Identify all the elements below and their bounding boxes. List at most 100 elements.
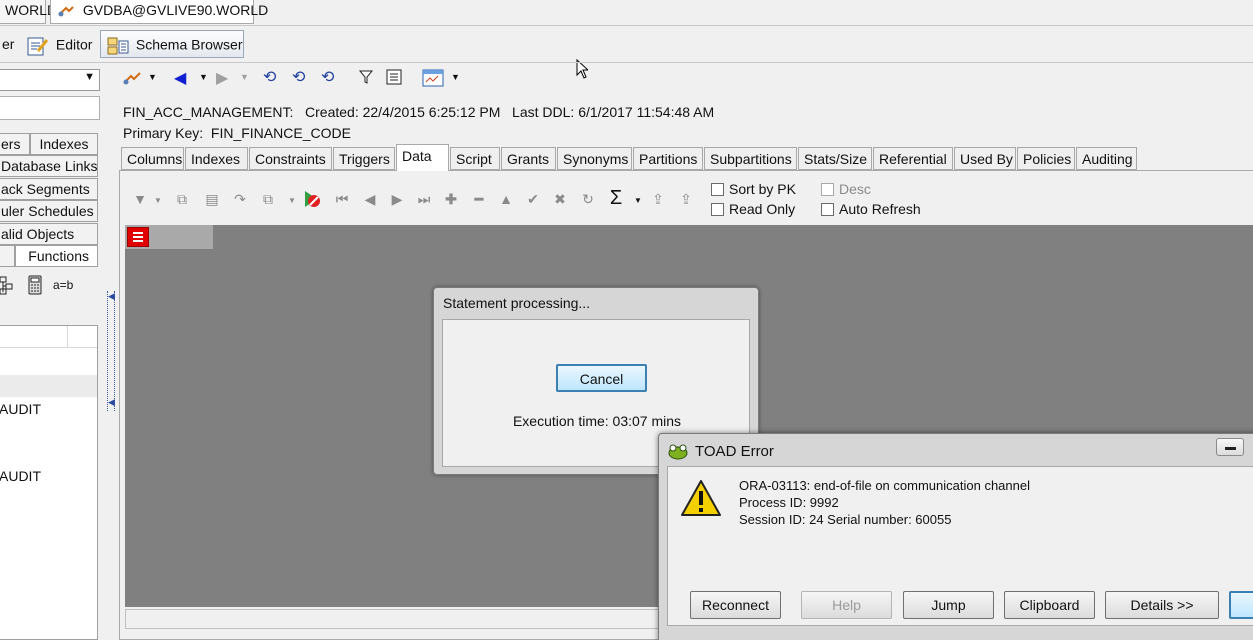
tab-constraints[interactable]: Constraints — [249, 147, 332, 170]
tab-used-by[interactable]: Used By — [954, 147, 1016, 170]
left-tab-indexes[interactable]: Indexes — [30, 133, 98, 155]
back-icon[interactable]: ◀ — [174, 68, 186, 88]
tab-indexes[interactable]: Indexes — [185, 147, 248, 170]
ok-button[interactable] — [1229, 591, 1253, 619]
editor-button[interactable]: Editor — [21, 31, 97, 59]
calculator-icon[interactable] — [28, 275, 42, 298]
tab-script[interactable]: Script — [450, 147, 500, 170]
chevron-down-icon[interactable]: ▼ — [628, 191, 648, 211]
execute-query-icon[interactable] — [302, 189, 322, 209]
desc-checkbox[interactable]: Desc — [821, 181, 871, 197]
filter-icon[interactable]: ▼ — [130, 189, 150, 209]
left-tab-label: Functions — [28, 248, 89, 264]
copy-rows-icon[interactable]: ⧉ — [258, 189, 278, 209]
tab-data[interactable]: Data — [396, 144, 449, 171]
chevron-down-icon[interactable]: ▼ — [282, 191, 302, 211]
next-record-icon[interactable]: ▶ — [387, 189, 407, 209]
connection-tab-world[interactable]: WORLD — [0, 0, 57, 24]
tab-subpartitions[interactable]: Subpartitions — [704, 147, 797, 170]
dialog-body: ORA-03113: end-of-file on communication … — [667, 466, 1253, 626]
commit-icon[interactable]: ⇪ — [648, 189, 668, 209]
rollback-icon[interactable]: ⇪ — [676, 189, 696, 209]
grid-menu-icon[interactable] — [127, 227, 149, 247]
tab-grants[interactable]: Grants — [501, 147, 556, 170]
tab-synonyms[interactable]: Synonyms — [557, 147, 632, 170]
column-divider — [67, 326, 68, 348]
object-tree-icon[interactable] — [0, 275, 14, 298]
post-edit-icon[interactable]: ✔ — [523, 189, 543, 209]
cancel-button[interactable]: Cancel — [556, 364, 647, 392]
left-tab-invalid-objects[interactable]: alid Objects — [0, 223, 98, 245]
connection-icon — [57, 4, 75, 18]
left-tab-scheduler-schedules[interactable]: uler Schedules — [0, 200, 98, 222]
insert-record-icon[interactable]: ✚ — [441, 189, 461, 209]
details-button[interactable]: Details >> — [1105, 591, 1219, 619]
left-tab-label: ers — [1, 136, 21, 152]
schema-browser-label: Schema Browser — [135, 36, 243, 53]
splitter-arrow-icon: ◀ — [108, 291, 115, 301]
splitter-handle[interactable]: ◀ ◀ — [107, 291, 115, 411]
sum-icon[interactable]: Σ — [606, 188, 626, 208]
last-record-icon[interactable]: ⏭ — [414, 189, 434, 209]
delete-record-icon[interactable]: ━ — [469, 189, 489, 209]
tab-triggers[interactable]: Triggers — [333, 147, 395, 170]
redo-icon[interactable]: ↷ — [230, 189, 250, 209]
tab-label: Data — [402, 148, 432, 164]
chevron-down-icon[interactable]: ▼ — [148, 72, 157, 82]
toolbar-partial-label: er — [2, 36, 15, 52]
left-tab-rollback-segments[interactable]: ack Segments — [0, 178, 98, 200]
tab-auditing[interactable]: Auditing — [1076, 147, 1137, 170]
tab-columns[interactable]: Columns — [121, 147, 184, 170]
chevron-down-icon[interactable]: ▼ — [199, 72, 208, 82]
duplicate-icon[interactable]: ⧉ — [172, 189, 192, 209]
first-record-icon[interactable]: ⏮ — [332, 189, 352, 209]
grid-view-icon[interactable]: ▤ — [202, 189, 222, 209]
left-tab-partial[interactable] — [0, 245, 15, 267]
checkbox-box — [821, 203, 834, 216]
schema-browser-button[interactable]: Schema Browser — [100, 30, 244, 58]
tab-policies[interactable]: Policies — [1017, 147, 1075, 170]
schema-dropdown[interactable]: ▼ — [0, 69, 100, 91]
reconnect-button[interactable]: Reconnect — [690, 591, 781, 619]
left-tab-database-links[interactable]: Database Links — [0, 155, 98, 177]
jump-button[interactable]: Jump — [903, 591, 994, 619]
sort-by-pk-checkbox[interactable]: Sort by PK — [711, 181, 796, 197]
refresh-selected-icon[interactable]: ⟲ — [321, 67, 334, 87]
forward-icon[interactable]: ▶ — [216, 68, 228, 88]
refresh-all-icon[interactable]: ⟲ — [292, 67, 305, 87]
refresh-data-icon[interactable]: ↻ — [578, 189, 598, 209]
clipboard-button[interactable]: Clipboard — [1004, 591, 1095, 619]
tab-stats-size[interactable]: Stats/Size — [798, 147, 872, 170]
checkbox-label: Read Only — [729, 201, 796, 217]
filter-expression-icon[interactable]: a=b — [53, 278, 73, 292]
list-item[interactable]: AUDIT — [0, 399, 97, 421]
chevron-down-icon: ▼ — [84, 71, 95, 83]
chevron-down-icon[interactable]: ▼ — [148, 191, 168, 211]
tab-label: Triggers — [339, 151, 390, 167]
read-only-checkbox[interactable]: Read Only — [711, 201, 795, 217]
chevron-down-icon[interactable]: ▼ — [240, 72, 249, 82]
cancel-edit-icon[interactable]: ✖ — [550, 189, 570, 209]
toolbar-partial-button[interactable]: er — [0, 31, 14, 59]
auto-refresh-checkbox[interactable]: Auto Refresh — [821, 201, 921, 217]
edit-record-icon[interactable]: ▲ — [496, 189, 516, 209]
help-button[interactable]: Help — [801, 591, 892, 619]
list-item[interactable]: AUDIT — [0, 466, 97, 488]
tab-partitions[interactable]: Partitions — [633, 147, 703, 170]
refresh-icon[interactable]: ⟲ — [263, 67, 276, 87]
filter-icon[interactable] — [358, 69, 374, 88]
tab-referential[interactable]: Referential — [873, 147, 953, 170]
checkbox-box — [821, 183, 834, 196]
minimize-button[interactable] — [1216, 438, 1244, 456]
connection-tab-gvdba[interactable]: GVDBA@GVLIVE90.WORLD — [50, 0, 268, 24]
list-item[interactable] — [0, 375, 97, 397]
options-icon[interactable] — [422, 68, 444, 91]
tab-label: Referential — [879, 151, 947, 167]
details-icon[interactable] — [386, 69, 402, 88]
prior-record-icon[interactable]: ◀ — [360, 189, 380, 209]
filter-connection-icon[interactable] — [122, 70, 144, 89]
chevron-down-icon[interactable]: ▼ — [451, 72, 460, 82]
left-tab-triggers[interactable]: ers — [0, 133, 30, 155]
left-tab-functions[interactable]: Functions — [15, 245, 98, 267]
object-filter-input[interactable] — [0, 96, 100, 120]
